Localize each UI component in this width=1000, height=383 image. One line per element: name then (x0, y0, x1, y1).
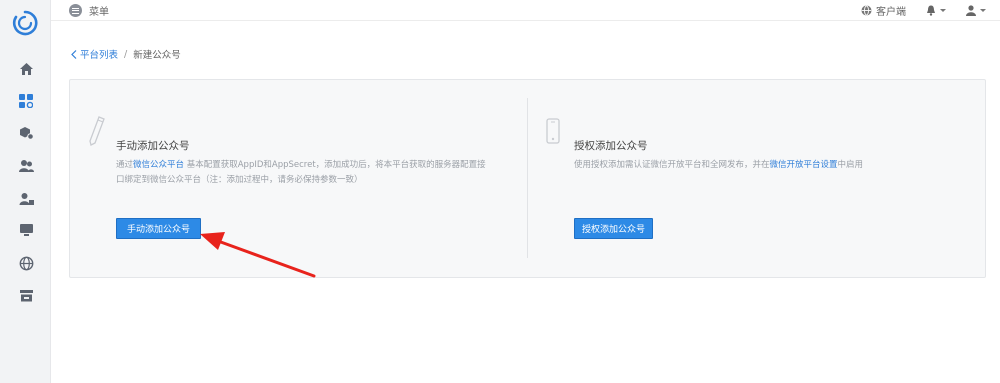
auth-desc-suffix: 中启用 (837, 160, 864, 170)
manual-add-button[interactable]: 手动添加公众号 (116, 218, 201, 239)
list-icon (69, 4, 82, 17)
menu-button[interactable]: 菜单 (69, 3, 109, 18)
pencil-icon (88, 116, 106, 150)
monitor-icon[interactable] (17, 221, 35, 239)
notifications-button[interactable] (926, 5, 946, 16)
wechat-open-platform-link[interactable]: 微信开放平台设置 (770, 160, 838, 170)
panel-divider (527, 98, 528, 258)
user-lock-icon[interactable] (17, 190, 35, 208)
manual-card-description: 通过微信公众平台 基本配置获取AppID和AppSecret，添加成功后，将本平… (116, 158, 516, 188)
breadcrumb-current: 新建公众号 (133, 50, 181, 61)
top-bar: 菜单 客户端 (51, 0, 1000, 21)
breadcrumb: 平台列表 / 新建公众号 (71, 47, 181, 61)
auth-desc-prefix: 使用授权添加需认证微信开放平台和全网发布，并在 (574, 160, 770, 170)
mobile-icon (546, 118, 560, 148)
logo[interactable] (12, 10, 38, 36)
chevron-left-icon (71, 49, 77, 59)
auth-card-description: 使用授权添加需认证微信开放平台和全网发布，并在微信开放平台设置中启用 (574, 158, 974, 173)
menu-label: 菜单 (89, 7, 109, 18)
user-menu-button[interactable] (966, 5, 986, 16)
wechat-mp-link[interactable]: 微信公众平台 (133, 160, 184, 170)
client-button[interactable]: 客户端 (861, 3, 906, 18)
breadcrumb-separator: / (124, 48, 128, 60)
store-icon[interactable] (17, 287, 35, 305)
users-icon[interactable] (17, 157, 35, 175)
apps-icon[interactable] (17, 92, 35, 110)
bell-icon (927, 5, 935, 16)
user-icon (966, 5, 976, 16)
box-settings-icon[interactable] (17, 124, 35, 142)
breadcrumb-parent-label: 平台列表 (80, 50, 119, 61)
auth-card-title: 授权添加公众号 (574, 140, 648, 152)
client-label: 客户端 (876, 7, 906, 18)
auth-add-button[interactable]: 授权添加公众号 (574, 218, 653, 239)
manual-desc-prefix: 通过 (116, 160, 134, 170)
breadcrumb-parent-link[interactable]: 平台列表 (71, 47, 118, 61)
add-account-panel: 手动添加公众号 通过微信公众平台 基本配置获取AppID和AppSecret，添… (69, 79, 986, 278)
globe-icon (861, 5, 872, 16)
manual-card-title: 手动添加公众号 (116, 140, 190, 152)
home-icon[interactable] (17, 60, 35, 78)
sidebar (0, 0, 51, 383)
chevron-down-icon (940, 9, 946, 12)
globe-icon[interactable] (17, 254, 35, 272)
manual-desc-line2: 口绑定到微信公众平台（注：添加过程中，请务必保持参数一致） (116, 175, 363, 185)
chevron-down-icon (980, 9, 986, 12)
manual-desc-line1: 基本配置获取AppID和AppSecret，添加成功后，将本平台获取的服务器配置… (186, 160, 486, 170)
